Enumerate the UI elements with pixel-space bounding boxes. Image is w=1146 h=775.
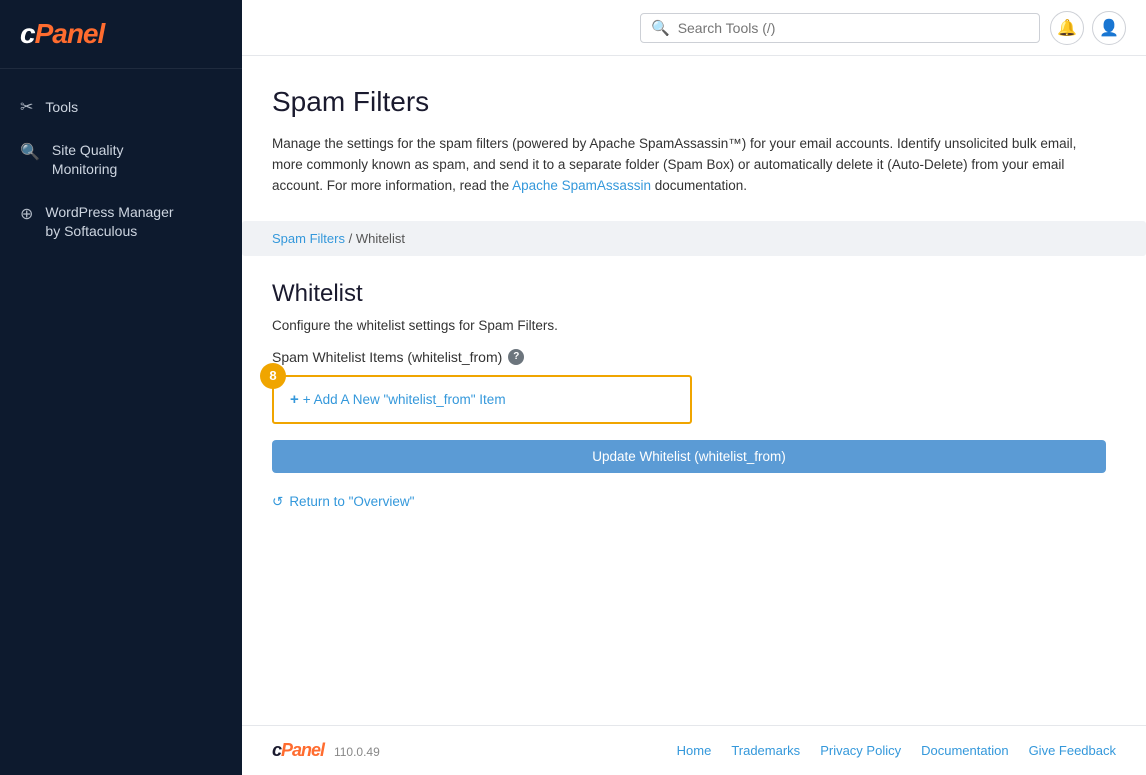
- footer-version: 110.0.49: [334, 745, 380, 759]
- section-description: Configure the whitelist settings for Spa…: [272, 318, 1106, 333]
- search-input[interactable]: [678, 20, 1029, 36]
- sidebar-item-tools[interactable]: ✂ Tools: [0, 85, 242, 129]
- footer-links: Home Trademarks Privacy Policy Documenta…: [677, 743, 1116, 758]
- site-quality-icon: 🔍: [20, 142, 40, 162]
- step-badge: 8: [260, 363, 286, 389]
- update-whitelist-button[interactable]: Update Whitelist (whitelist_from): [272, 440, 1106, 473]
- search-bar[interactable]: 🔍: [640, 13, 1040, 43]
- return-overview-link[interactable]: ↺ Return to "Overview": [272, 494, 414, 510]
- sidebar-logo: cPanel: [0, 0, 242, 69]
- spamassassin-link[interactable]: Apache SpamAssassin: [512, 178, 651, 193]
- plus-icon: +: [290, 391, 299, 408]
- footer-link-home[interactable]: Home: [677, 743, 712, 758]
- add-whitelist-item-link[interactable]: + + Add A New "whitelist_from" Item: [290, 391, 674, 408]
- search-icon: 🔍: [651, 19, 670, 37]
- page-description: Manage the settings for the spam filters…: [272, 134, 1106, 197]
- breadcrumb-current: Whitelist: [356, 231, 405, 246]
- help-icon[interactable]: ?: [508, 349, 524, 365]
- sidebar-item-site-quality[interactable]: 🔍 Site QualityMonitoring: [0, 129, 242, 191]
- footer: cPanel 110.0.49 Home Trademarks Privacy …: [242, 725, 1146, 775]
- content-area: 🔍 🔔 👤 Spam Filters Manage the settings f…: [242, 0, 1146, 775]
- sidebar-item-tools-label: Tools: [45, 98, 78, 117]
- return-icon: ↺: [272, 494, 283, 510]
- breadcrumb: Spam Filters / Whitelist: [242, 221, 1146, 256]
- footer-link-trademarks[interactable]: Trademarks: [731, 743, 800, 758]
- breadcrumb-parent-link[interactable]: Spam Filters: [272, 231, 345, 246]
- section-title: Whitelist: [272, 280, 1106, 308]
- header: 🔍 🔔 👤: [242, 0, 1146, 56]
- highlight-box: 8 + + Add A New "whitelist_from" Item: [272, 375, 692, 424]
- footer-logo: cPanel: [272, 740, 324, 760]
- sidebar: cPanel ✂ Tools 🔍 Site QualityMonitoring …: [0, 0, 242, 775]
- whitelist-items-label: Spam Whitelist Items (whitelist_from) ?: [272, 349, 1106, 365]
- cpanel-logo-text: cPanel: [20, 18, 222, 50]
- user-icon: 👤: [1099, 18, 1119, 38]
- header-icons: 🔔 👤: [1050, 11, 1126, 45]
- sidebar-item-wordpress[interactable]: ⊕ WordPress Managerby Softaculous: [0, 191, 242, 253]
- sidebar-nav: ✂ Tools 🔍 Site QualityMonitoring ⊕ WordP…: [0, 69, 242, 775]
- user-button[interactable]: 👤: [1092, 11, 1126, 45]
- main-content: Spam Filters Manage the settings for the…: [242, 56, 1146, 725]
- tools-icon: ✂: [20, 97, 33, 117]
- notifications-button[interactable]: 🔔: [1050, 11, 1084, 45]
- footer-link-documentation[interactable]: Documentation: [921, 743, 1008, 758]
- page-title: Spam Filters: [272, 86, 1106, 118]
- bell-icon: 🔔: [1057, 18, 1077, 38]
- footer-branding: cPanel 110.0.49: [272, 740, 380, 761]
- footer-link-feedback[interactable]: Give Feedback: [1029, 743, 1116, 758]
- sidebar-item-wordpress-label: WordPress Managerby Softaculous: [45, 203, 173, 241]
- wordpress-icon: ⊕: [20, 204, 33, 224]
- sidebar-item-site-quality-label: Site QualityMonitoring: [52, 141, 124, 179]
- footer-link-privacy[interactable]: Privacy Policy: [820, 743, 901, 758]
